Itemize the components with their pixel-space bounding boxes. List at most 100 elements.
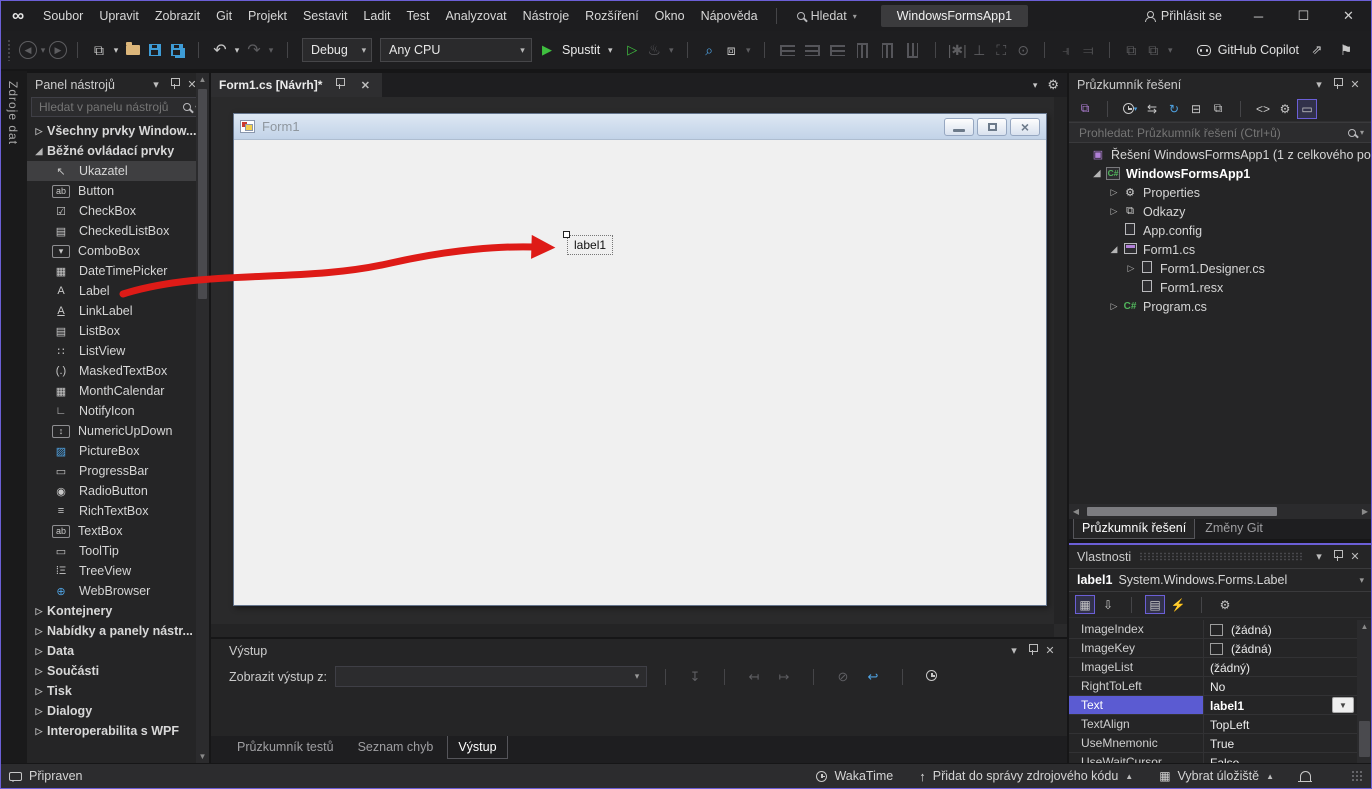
menu-analyzovat[interactable]: Analyzovat: [437, 1, 514, 31]
designed-form-body[interactable]: label1: [234, 140, 1046, 604]
save-icon[interactable]: [145, 38, 165, 62]
form-maximize-button[interactable]: [977, 117, 1007, 136]
add-to-source-control-button[interactable]: ↑ Přidat do správy zdrojového kódu ▲: [919, 769, 1133, 784]
switch-views-icon[interactable]: ⧉: [1075, 99, 1095, 119]
toolbox-search-input[interactable]: [37, 99, 183, 115]
show-all-files-icon[interactable]: ⧉: [1208, 99, 1228, 119]
toolbox-item-listbox[interactable]: ▤ ListBox: [27, 321, 209, 341]
find-in-files-icon[interactable]: ⌕: [699, 38, 719, 62]
github-copilot-icon[interactable]: [1196, 44, 1211, 56]
toolbox-item-treeview[interactable]: ⁞Ξ TreeView: [27, 561, 209, 581]
toolbox-group-sou-sti[interactable]: ▷ Součásti: [27, 661, 209, 681]
tree-node-form1-designer-cs[interactable]: ▷ Form1.Designer.cs: [1069, 259, 1371, 278]
redo-icon[interactable]: ↷: [244, 38, 264, 62]
menu-ladit[interactable]: Ladit: [355, 1, 398, 31]
solution-tab-zm-ny-git[interactable]: Změny Git: [1197, 519, 1271, 539]
menu-git[interactable]: Git: [208, 1, 240, 31]
toolbox-scrollbar[interactable]: ▲ ▼: [196, 73, 209, 763]
window-position-icon[interactable]: ▾: [1310, 78, 1328, 91]
resize-grip[interactable]: [1351, 770, 1363, 782]
toolbox-item-richtextbox[interactable]: ≡ RichTextBox: [27, 501, 209, 521]
scroll-up-icon[interactable]: ▲: [196, 73, 209, 86]
property-pages-icon[interactable]: ⚙: [1215, 595, 1235, 614]
toolbox-item-webbrowser[interactable]: ⊕ WebBrowser: [27, 581, 209, 601]
tree-node-program-cs[interactable]: ▷ C# Program.cs: [1069, 297, 1371, 316]
view-code-icon[interactable]: <>: [1253, 99, 1273, 119]
toolbox-item-label[interactable]: A Label: [27, 281, 209, 301]
form-close-button[interactable]: ×: [1010, 117, 1040, 136]
collapsed-icon[interactable]: ▷: [1107, 301, 1121, 312]
property-value[interactable]: (žádná): [1204, 620, 1371, 638]
start-debugging-icon[interactable]: ▶: [537, 38, 557, 62]
toolbox-item-button[interactable]: ab Button: [27, 181, 209, 201]
run-button-label[interactable]: Spustit: [562, 43, 600, 57]
pending-changes-filter-icon[interactable]: ▾: [1120, 99, 1140, 119]
select-repository-button[interactable]: ▦ Vybrat úložiště ▲: [1159, 769, 1274, 783]
pin-icon[interactable]: [330, 78, 348, 92]
toolbox-item-notifyicon[interactable]: ∟ NotifyIcon: [27, 401, 209, 421]
toolbar-options-icon[interactable]: ▾: [743, 38, 753, 62]
send-feedback-icon[interactable]: ⚑: [1336, 38, 1356, 62]
pin-icon[interactable]: [1328, 77, 1346, 92]
toolbox-item-progressbar[interactable]: ▭ ProgressBar: [27, 461, 209, 481]
scrollbar-thumb[interactable]: [198, 89, 207, 299]
navigate-back-icon[interactable]: ◀: [19, 41, 37, 59]
bottom-tab-seznam-chyb[interactable]: Seznam chyb: [348, 736, 444, 758]
menu-sestavit[interactable]: Sestavit: [295, 1, 355, 31]
bottom-tab-v-stup[interactable]: Výstup: [447, 736, 508, 759]
designer-vertical-scrollbar[interactable]: [1054, 97, 1067, 624]
wakatime-status[interactable]: WakaTime: [816, 769, 893, 783]
property-row-imageindex[interactable]: ImageIndex (žádná): [1069, 620, 1371, 639]
tree-node-form1-resx[interactable]: Form1.resx: [1069, 278, 1371, 297]
toolbox-item-ukazatel[interactable]: ↖ Ukazatel: [27, 161, 209, 181]
tree-node-form1-cs[interactable]: ◢ Form1.cs: [1069, 240, 1371, 259]
toolbox-group-interoperabilita-s-wpf[interactable]: ▷ Interoperabilita s WPF: [27, 721, 209, 741]
menu-soubor[interactable]: Soubor: [35, 1, 91, 31]
platform-combobox[interactable]: Any CPU ▾: [380, 38, 532, 62]
close-button[interactable]: ✕: [1326, 1, 1371, 31]
toolbox-group-data[interactable]: ▷ Data: [27, 641, 209, 661]
alphabetical-sort-icon[interactable]: ⇩: [1098, 595, 1118, 614]
property-row-usemnemonic[interactable]: UseMnemonic True: [1069, 734, 1371, 753]
menu-zobrazit[interactable]: Zobrazit: [147, 1, 208, 31]
toolbox-item-textbox[interactable]: ab TextBox: [27, 521, 209, 541]
toolbox-item-numericupdown[interactable]: ↕ NumericUpDown: [27, 421, 209, 441]
scroll-up-icon[interactable]: ▲: [1357, 620, 1371, 633]
open-folder-icon[interactable]: [123, 38, 143, 62]
sync-with-active-document-icon[interactable]: ⇆: [1142, 99, 1162, 119]
categorized-view-icon[interactable]: ▦: [1075, 595, 1095, 614]
menu-okno[interactable]: Okno: [647, 1, 693, 31]
github-copilot-label[interactable]: GitHub Copilot: [1218, 43, 1299, 57]
menu-rozšíření[interactable]: Rozšíření: [577, 1, 647, 31]
collapsed-icon[interactable]: ▷: [1107, 187, 1121, 198]
toolbox-item-listview[interactable]: ∷ ListView: [27, 341, 209, 361]
undo-dropdown-icon[interactable]: ▾: [232, 38, 242, 62]
toolbox-item-checkbox[interactable]: ☑ CheckBox: [27, 201, 209, 221]
solution-node[interactable]: ▣ Řešení WindowsFormsApp1 (1 z celkového …: [1069, 145, 1371, 164]
start-without-debugging-icon[interactable]: ▷: [622, 38, 642, 62]
timestamp-icon[interactable]: [921, 669, 943, 684]
property-row-imagekey[interactable]: ImageKey (žádná): [1069, 639, 1371, 658]
document-tab-form1[interactable]: Form1.cs [Návrh]* ✕: [211, 73, 383, 97]
toolbox-group-kontejnery[interactable]: ▷ Kontejnery: [27, 601, 209, 621]
property-value[interactable]: TopLeft: [1204, 715, 1371, 733]
toolbox-group-common-controls[interactable]: ◢ Běžné ovládací prvky: [27, 141, 209, 161]
word-wrap-icon[interactable]: ↩: [862, 669, 884, 685]
toolbox-group-all-windows-forms[interactable]: ▷ Všechny prvky Window...: [27, 121, 209, 141]
menu-upravit[interactable]: Upravit: [91, 1, 147, 31]
tree-node-properties[interactable]: ▷ ⚙ Properties: [1069, 183, 1371, 202]
designer-horizontal-scrollbar[interactable]: [211, 624, 1054, 637]
scroll-down-icon[interactable]: ▼: [196, 750, 209, 763]
expanded-icon[interactable]: ◢: [1090, 168, 1104, 179]
designed-label1-control[interactable]: label1: [563, 231, 614, 255]
window-position-icon[interactable]: ▾: [147, 78, 165, 91]
close-icon[interactable]: ✕: [1346, 550, 1364, 563]
value-dropdown-button[interactable]: ▼: [1332, 697, 1354, 713]
property-value[interactable]: No: [1204, 677, 1371, 695]
close-icon[interactable]: ✕: [356, 79, 374, 92]
toolbox-item-maskedtextbox[interactable]: (.) MaskedTextBox: [27, 361, 209, 381]
events-icon[interactable]: ⚡: [1168, 595, 1188, 614]
property-value[interactable]: (žádná): [1204, 639, 1371, 657]
close-icon[interactable]: ✕: [1041, 644, 1059, 657]
hot-reload-icon[interactable]: ♨: [644, 38, 664, 62]
